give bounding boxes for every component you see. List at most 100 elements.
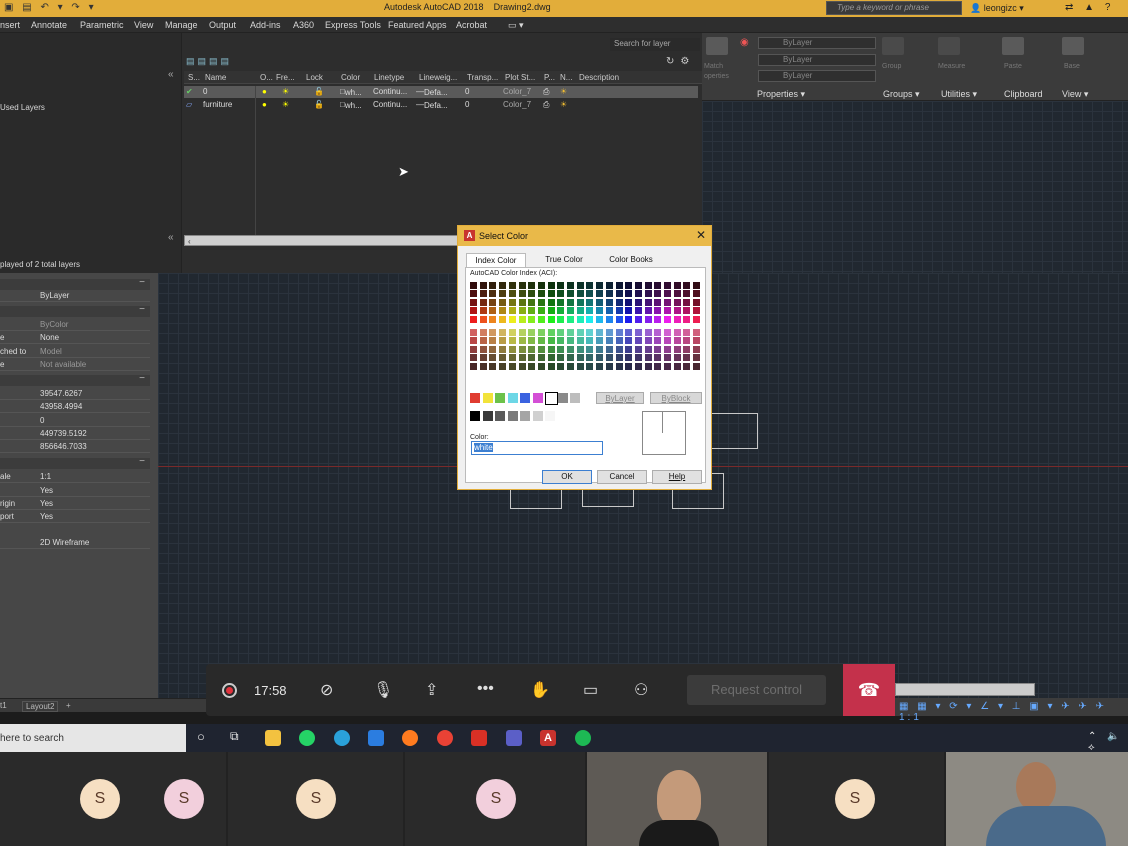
color-swatch[interactable] bbox=[528, 345, 536, 353]
column-header[interactable]: Fre... bbox=[276, 73, 295, 82]
color-swatch[interactable] bbox=[499, 345, 507, 353]
color-swatch[interactable] bbox=[615, 307, 623, 315]
column-header[interactable]: Transp... bbox=[467, 73, 498, 82]
color-combo[interactable]: ByLayer bbox=[758, 37, 876, 49]
color-swatch[interactable] bbox=[547, 345, 555, 353]
color-swatch[interactable] bbox=[489, 315, 497, 323]
share-screen-icon[interactable]: ⇪ bbox=[425, 680, 438, 700]
color-swatch[interactable] bbox=[537, 290, 545, 298]
color-swatch[interactable] bbox=[693, 282, 701, 289]
color-swatch[interactable] bbox=[683, 345, 691, 353]
thaw-sun-icon[interactable]: ☀ bbox=[282, 87, 289, 96]
workspace-dropdown-icon[interactable]: ▭ ▾ bbox=[508, 20, 524, 31]
color-swatch[interactable] bbox=[673, 362, 681, 370]
menu-item[interactable]: Acrobat bbox=[456, 20, 487, 30]
whatsapp-icon[interactable] bbox=[299, 730, 315, 746]
color-swatch[interactable] bbox=[508, 362, 516, 370]
column-header[interactable]: P... bbox=[544, 73, 555, 82]
color-swatch[interactable] bbox=[528, 315, 536, 323]
more-options-icon[interactable]: ••• bbox=[477, 680, 494, 698]
tab-index-color[interactable]: Index Color bbox=[466, 253, 526, 267]
utilities-group-label[interactable]: Utilities ▾ bbox=[941, 89, 977, 100]
color-swatch[interactable] bbox=[479, 345, 487, 353]
column-header[interactable]: Lock bbox=[306, 73, 323, 82]
property-row[interactable]: 449739.5192 bbox=[0, 427, 150, 440]
property-row[interactable]: 43958.4994 bbox=[0, 400, 150, 413]
color-swatch[interactable] bbox=[557, 290, 565, 298]
color-swatch[interactable] bbox=[654, 298, 662, 306]
color-swatch[interactable] bbox=[605, 298, 613, 306]
color-swatch[interactable] bbox=[508, 298, 516, 306]
color-swatch[interactable] bbox=[479, 298, 487, 306]
participants-icon[interactable]: ⚇ bbox=[634, 680, 648, 700]
property-row[interactable]: e None bbox=[0, 331, 150, 344]
color-swatch[interactable] bbox=[693, 362, 701, 370]
participant-video-tile[interactable] bbox=[946, 752, 1128, 846]
participant-tile[interactable]: S bbox=[769, 752, 944, 846]
color-swatch[interactable] bbox=[644, 354, 652, 362]
color-swatch[interactable] bbox=[528, 329, 536, 336]
color-swatch[interactable] bbox=[518, 298, 526, 306]
title-tools[interactable]: ⇄ ▲ ? bbox=[1065, 2, 1114, 13]
camera-off-icon[interactable]: ⊘ bbox=[320, 680, 333, 700]
color-swatch[interactable] bbox=[499, 290, 507, 298]
color-swatch[interactable] bbox=[664, 315, 671, 323]
layer-row-furniture[interactable]: ▱ furniture ● ☀ 🔓 □ wh... Continu... — D… bbox=[184, 99, 698, 111]
plot-icon[interactable]: ⎙ bbox=[543, 100, 549, 110]
spotify-icon[interactable] bbox=[575, 730, 591, 746]
color-swatch[interactable] bbox=[586, 337, 594, 345]
color-swatch[interactable] bbox=[683, 298, 691, 306]
color-swatch[interactable] bbox=[625, 362, 633, 370]
color-swatch[interactable] bbox=[470, 362, 477, 370]
column-header[interactable]: Description bbox=[579, 73, 619, 82]
color-swatch[interactable] bbox=[625, 345, 633, 353]
color-swatch[interactable] bbox=[567, 354, 574, 362]
color-swatch[interactable] bbox=[625, 315, 633, 323]
color-swatch[interactable] bbox=[508, 354, 516, 362]
color-swatch[interactable] bbox=[605, 354, 613, 362]
color-swatch[interactable] bbox=[644, 329, 652, 336]
color-swatch[interactable] bbox=[615, 337, 623, 345]
color-swatch[interactable] bbox=[470, 337, 477, 345]
layer-linetype[interactable]: Continu... bbox=[373, 100, 407, 109]
color-swatch[interactable] bbox=[664, 337, 671, 345]
color-swatch[interactable] bbox=[615, 315, 623, 323]
paste-icon[interactable] bbox=[1002, 37, 1024, 55]
color-swatch[interactable] bbox=[470, 315, 477, 323]
color-swatch[interactable] bbox=[664, 307, 671, 315]
color-swatch[interactable] bbox=[644, 307, 652, 315]
color-swatch[interactable] bbox=[673, 354, 681, 362]
mic-off-icon[interactable]: 🎙 bbox=[373, 680, 393, 700]
color-swatch[interactable] bbox=[528, 290, 536, 298]
color-input[interactable]: white bbox=[471, 441, 603, 455]
user-account[interactable]: 👤 leongizc ▾ bbox=[970, 3, 1024, 14]
layer-toolbar-icons[interactable]: ▤▤▤▤ bbox=[186, 56, 232, 67]
color-swatch[interactable] bbox=[625, 282, 633, 289]
column-header[interactable]: O... bbox=[260, 73, 273, 82]
refresh-settings-icons[interactable]: ↻⚙ bbox=[666, 56, 695, 67]
color-swatch[interactable] bbox=[479, 337, 487, 345]
color-swatch[interactable] bbox=[586, 329, 594, 336]
color-swatch[interactable] bbox=[693, 315, 701, 323]
color-swatch[interactable] bbox=[644, 362, 652, 370]
color-swatch[interactable] bbox=[625, 298, 633, 306]
property-row[interactable]: ale 1:1 bbox=[0, 470, 150, 483]
gray-colors-row[interactable] bbox=[470, 411, 555, 423]
color-swatch[interactable] bbox=[576, 345, 584, 353]
color-swatch[interactable] bbox=[489, 337, 497, 345]
color-swatch[interactable] bbox=[625, 337, 633, 345]
color-swatch[interactable] bbox=[499, 315, 507, 323]
menu-item[interactable]: Add-ins bbox=[250, 20, 281, 30]
color-swatch[interactable] bbox=[489, 282, 497, 289]
color-swatch[interactable] bbox=[664, 345, 671, 353]
participant-tile[interactable]: S bbox=[405, 752, 585, 846]
color-swatch[interactable] bbox=[634, 298, 642, 306]
collapse-icon-bottom[interactable]: « bbox=[168, 232, 174, 243]
layer-color[interactable]: □ wh... bbox=[340, 100, 362, 110]
cancel-button[interactable]: Cancel bbox=[597, 470, 647, 484]
color-swatch[interactable] bbox=[567, 337, 574, 345]
color-swatch[interactable] bbox=[615, 354, 623, 362]
color-swatch[interactable] bbox=[557, 298, 565, 306]
color-swatch[interactable] bbox=[596, 354, 604, 362]
color-swatch[interactable] bbox=[654, 329, 662, 336]
